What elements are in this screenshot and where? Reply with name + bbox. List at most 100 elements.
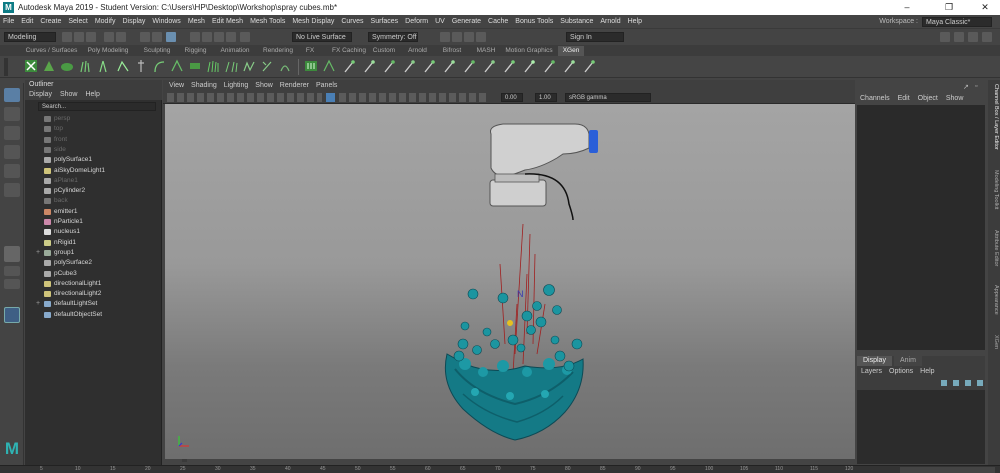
- single-perspective-layout-icon[interactable]: [4, 246, 20, 262]
- menu-cache[interactable]: Cache: [488, 18, 508, 25]
- rotate-tool-icon[interactable]: [4, 164, 20, 178]
- snap-curve-icon[interactable]: [202, 32, 212, 42]
- new-layer-icon[interactable]: [941, 380, 947, 386]
- outliner-item[interactable]: front: [25, 135, 155, 145]
- outliner-item[interactable]: directionalLight1: [25, 279, 155, 289]
- xgen-length-icon[interactable]: [134, 59, 148, 73]
- gamma-field[interactable]: 1.00: [535, 93, 557, 102]
- persp-outliner-layout-icon[interactable]: [4, 279, 20, 289]
- snap-view-icon[interactable]: [226, 32, 236, 42]
- workspace-dropdown[interactable]: Maya Classic*: [922, 16, 992, 27]
- redo-icon[interactable]: [116, 32, 126, 42]
- xgen-place-guides-icon[interactable]: [78, 59, 92, 73]
- menu-modify[interactable]: Modify: [95, 18, 116, 25]
- viewport-menu-view[interactable]: View: [169, 80, 184, 91]
- menu-curves[interactable]: Curves: [341, 18, 363, 25]
- xgen-brush-cut-icon[interactable]: [402, 59, 416, 73]
- layer-menu-options[interactable]: Options: [889, 368, 913, 375]
- layer-tab-display[interactable]: Display: [857, 356, 892, 366]
- minimize-button[interactable]: –: [898, 2, 916, 12]
- xgen-mesh-icon[interactable]: [188, 59, 202, 73]
- xgen-clumping-icon[interactable]: [170, 59, 184, 73]
- emitter-gizmo-icon[interactable]: [507, 320, 513, 326]
- time-slider[interactable]: 5 10 15 20 25 30 35 40 45 50 55 60 65 70 75 80 85 90 95 100…: [0, 465, 1000, 473]
- exposure-field[interactable]: 0.00: [501, 93, 523, 102]
- xgen-noise-icon[interactable]: [242, 59, 256, 73]
- outliner-menu-display[interactable]: Display: [29, 90, 52, 100]
- menu-create[interactable]: Create: [40, 18, 61, 25]
- outliner-item[interactable]: polySurface2: [25, 258, 155, 268]
- sign-in-button[interactable]: Sign In: [566, 32, 624, 42]
- shelf-tab-sculpting[interactable]: Sculpting: [138, 46, 176, 56]
- layer-menu-layers[interactable]: Layers: [861, 368, 882, 375]
- xgen-add-guide-icon[interactable]: [96, 59, 110, 73]
- menu-arnold[interactable]: Arnold: [600, 18, 620, 25]
- ipr-render-icon[interactable]: [452, 32, 462, 42]
- xgen-brush-noise-icon[interactable]: [462, 59, 476, 73]
- hypershade-icon[interactable]: [476, 32, 486, 42]
- xgen-sculpt-guide-icon[interactable]: [116, 59, 130, 73]
- xgen-brush-comb-icon[interactable]: [362, 59, 376, 73]
- viewport-menu-panels[interactable]: Panels: [316, 80, 337, 91]
- move-layer-down-icon[interactable]: [977, 380, 983, 386]
- shelf-tab-bifrost[interactable]: Bifrost: [436, 46, 468, 56]
- side-tab-appearance[interactable]: Appearance: [989, 285, 999, 315]
- outliner-layout-icon[interactable]: [4, 307, 20, 323]
- new-scene-icon[interactable]: [62, 32, 72, 42]
- shelf-tab-poly-modeling[interactable]: Poly Modeling: [84, 46, 132, 56]
- xgen-spline-icon[interactable]: [322, 59, 336, 73]
- outliner-item[interactable]: aiSkyDomeLight1: [25, 166, 155, 176]
- outliner-menu-help[interactable]: Help: [85, 90, 99, 100]
- shelf-tab-animation[interactable]: Animation: [216, 46, 254, 56]
- outliner-item[interactable]: + defaultLightSet: [25, 299, 155, 309]
- close-button[interactable]: ✕: [976, 2, 994, 13]
- expand-icon[interactable]: +: [36, 248, 40, 258]
- show-attribute-editor-icon[interactable]: [954, 32, 964, 42]
- playback-controls[interactable]: [900, 467, 995, 473]
- outliner-item[interactable]: nRigid1: [25, 238, 155, 248]
- xgen-density-icon[interactable]: [206, 59, 220, 73]
- panel-pin-icon[interactable]: ↗: [963, 83, 969, 91]
- xgen-brush-attr-icon[interactable]: [582, 59, 596, 73]
- menu-help[interactable]: Help: [628, 18, 642, 25]
- menu-set-dropdown[interactable]: Modeling: [4, 32, 56, 42]
- side-tab-xgen[interactable]: XGen: [989, 335, 999, 349]
- show-outliner-icon[interactable]: [940, 32, 950, 42]
- side-tab-channel-box-layer-editor[interactable]: Channel Box / Layer Editor: [989, 84, 999, 150]
- outliner-item[interactable]: emitter1: [25, 207, 155, 217]
- select-object-icon[interactable]: [152, 32, 162, 42]
- xgen-library-icon[interactable]: [60, 59, 74, 73]
- render-frame-icon[interactable]: [440, 32, 450, 42]
- outliner-item[interactable]: directionalLight2: [25, 289, 155, 299]
- expand-icon[interactable]: +: [36, 299, 40, 309]
- open-scene-icon[interactable]: [74, 32, 84, 42]
- channel-box-menu-object[interactable]: Object: [918, 94, 938, 104]
- outliner-item[interactable]: polySurface1: [25, 155, 155, 165]
- outliner-item[interactable]: back: [25, 196, 155, 206]
- outliner-item[interactable]: top: [25, 124, 155, 134]
- menu-bonus-tools[interactable]: Bonus Tools: [515, 18, 553, 25]
- xgen-brush-place-icon[interactable]: [342, 59, 356, 73]
- menu-edit-mesh[interactable]: Edit Mesh: [212, 18, 243, 25]
- save-scene-icon[interactable]: [86, 32, 96, 42]
- menu-surfaces[interactable]: Surfaces: [371, 18, 399, 25]
- viewport-menu-renderer[interactable]: Renderer: [280, 80, 309, 91]
- menu-substance[interactable]: Substance: [560, 18, 593, 25]
- perspective-viewport[interactable]: N: [165, 104, 855, 459]
- xgen-create-description-icon[interactable]: [24, 59, 38, 73]
- outliner-item[interactable]: nucleus1: [25, 227, 155, 237]
- render-settings-icon[interactable]: [464, 32, 474, 42]
- layer-tab-anim[interactable]: Anim: [893, 356, 922, 366]
- xgen-bend-icon[interactable]: [152, 59, 166, 73]
- outliner-item[interactable]: nParticle1: [25, 217, 155, 227]
- xgen-coil-icon[interactable]: [278, 59, 292, 73]
- shelf-tab-xgen[interactable]: XGen: [558, 46, 584, 56]
- move-layer-up-icon[interactable]: [965, 380, 971, 386]
- side-tab-attribute-editor[interactable]: Attribute Editor: [989, 230, 999, 266]
- move-tool-icon[interactable]: [4, 145, 20, 159]
- panel-toolbar-icons[interactable]: [167, 93, 322, 102]
- four-view-layout-icon[interactable]: [4, 266, 20, 276]
- shelf-tab-rigging[interactable]: Rigging: [180, 46, 211, 56]
- new-layer-selected-icon[interactable]: [953, 380, 959, 386]
- xgen-brush-density-icon[interactable]: [542, 59, 556, 73]
